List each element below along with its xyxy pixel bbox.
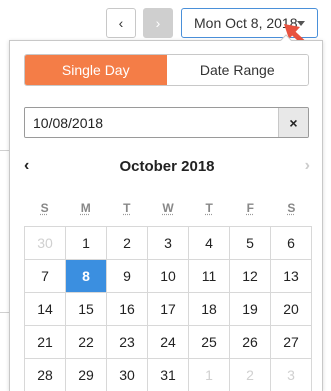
weekday-label: W: [162, 201, 174, 215]
background-divider: [0, 150, 9, 151]
page: ‹ › Mon Oct 8, 2018 Single Day Date Rang…: [0, 0, 331, 391]
date-picker-popover: Single Day Date Range × ‹ October 2018 ›…: [9, 40, 323, 391]
day-cell[interactable]: 12: [230, 260, 271, 293]
day-cell[interactable]: 27: [271, 326, 312, 359]
clear-button[interactable]: ×: [278, 108, 308, 137]
date-input-group: ×: [24, 107, 309, 138]
weekday-label: S: [40, 201, 49, 215]
day-cell[interactable]: 1: [66, 227, 107, 260]
weekday-label: F: [246, 201, 254, 215]
single-day-button[interactable]: Single Day: [25, 55, 167, 85]
day-cell[interactable]: 5: [230, 227, 271, 260]
day-cell-outside-month[interactable]: 1: [189, 359, 230, 391]
next-month-button[interactable]: ›: [305, 157, 310, 175]
day-cell[interactable]: 16: [107, 293, 148, 326]
date-range-button[interactable]: Date Range: [166, 55, 308, 85]
weekday-label: M: [80, 201, 91, 215]
day-cell[interactable]: 24: [148, 326, 189, 359]
previous-month-button[interactable]: ‹: [24, 157, 29, 175]
day-cell[interactable]: 26: [230, 326, 271, 359]
weekday-header: SMTWTFS: [24, 201, 312, 219]
day-cell[interactable]: 17: [148, 293, 189, 326]
day-cell[interactable]: 20: [271, 293, 312, 326]
day-cell[interactable]: 19: [230, 293, 271, 326]
day-cell[interactable]: 15: [66, 293, 107, 326]
day-cell-outside-month[interactable]: 30: [25, 227, 66, 260]
day-cell[interactable]: 6: [271, 227, 312, 260]
day-cell[interactable]: 4: [189, 227, 230, 260]
weekday-label: S: [287, 201, 296, 215]
day-cell[interactable]: 23: [107, 326, 148, 359]
day-cell[interactable]: 28: [25, 359, 66, 391]
day-cell[interactable]: 13: [271, 260, 312, 293]
day-cell[interactable]: 3: [148, 227, 189, 260]
day-cell-selected[interactable]: 8: [66, 260, 107, 293]
day-cell[interactable]: 30: [107, 359, 148, 391]
weekday-label: T: [123, 201, 131, 215]
day-cell[interactable]: 21: [25, 326, 66, 359]
day-cell-outside-month[interactable]: 3: [271, 359, 312, 391]
background-divider: [0, 312, 9, 313]
day-cell[interactable]: 31: [148, 359, 189, 391]
day-cell[interactable]: 10: [148, 260, 189, 293]
day-cell[interactable]: 29: [66, 359, 107, 391]
weekday-label: T: [205, 201, 213, 215]
day-cell[interactable]: 22: [66, 326, 107, 359]
day-cell-outside-month[interactable]: 2: [230, 359, 271, 391]
month-title: October 2018: [119, 157, 215, 175]
day-cell[interactable]: 25: [189, 326, 230, 359]
day-cell[interactable]: 14: [25, 293, 66, 326]
day-cell[interactable]: 9: [107, 260, 148, 293]
previous-day-button[interactable]: ‹: [106, 8, 136, 38]
day-cell[interactable]: 11: [189, 260, 230, 293]
day-cell[interactable]: 2: [107, 227, 148, 260]
mode-toggle: Single Day Date Range: [24, 54, 309, 86]
day-cell[interactable]: 18: [189, 293, 230, 326]
next-day-button[interactable]: ›: [143, 8, 173, 38]
calendar-grid: 30 1 2 3 4 5 6 7 8 9 10 11 12 13 14 15 16 17 18 19 20 21 22 23 2…: [24, 226, 312, 391]
calendar-header: ‹ October 2018 ›: [10, 154, 324, 178]
date-input[interactable]: [25, 108, 278, 137]
day-cell[interactable]: 7: [25, 260, 66, 293]
